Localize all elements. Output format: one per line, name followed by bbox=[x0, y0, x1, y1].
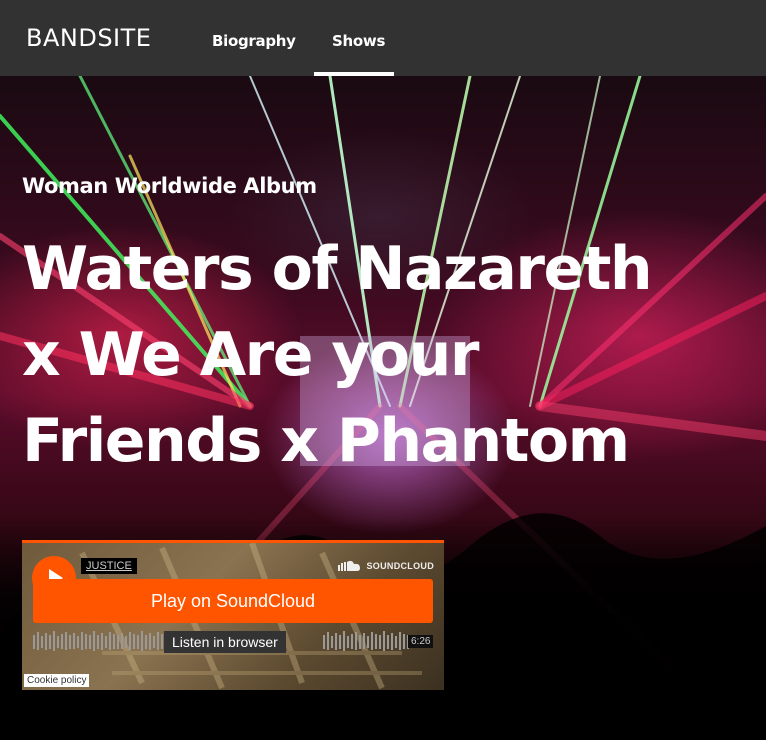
soundcloud-brand[interactable]: SOUNDCLOUD bbox=[367, 561, 435, 571]
soundcloud-logo-icon bbox=[338, 560, 360, 571]
cookie-policy-link[interactable]: Cookie policy bbox=[24, 674, 90, 687]
album-subtitle: Woman Worldwide Album bbox=[22, 174, 317, 198]
top-navigation: BANDSITE Biography Shows bbox=[0, 0, 766, 76]
nav-link-shows[interactable]: Shows bbox=[332, 32, 385, 50]
show-title-line: x We Are your bbox=[22, 320, 479, 390]
active-nav-indicator bbox=[314, 72, 394, 76]
show-title-line: Waters of Nazareth bbox=[22, 234, 653, 304]
site-logo[interactable]: BANDSITE bbox=[26, 24, 151, 52]
show-title-line: Friends x Phantom bbox=[22, 406, 630, 476]
soundcloud-widget: JUSTICE SOUNDCLOUD Play on SoundCloud Li… bbox=[22, 540, 444, 690]
show-title: Waters of Nazareth x We Are your Friends… bbox=[22, 226, 722, 484]
listen-in-browser-button[interactable]: Listen in browser bbox=[164, 631, 286, 653]
track-duration: 6:26 bbox=[408, 635, 434, 648]
artist-link[interactable]: JUSTICE bbox=[81, 558, 137, 574]
play-on-soundcloud-button[interactable]: Play on SoundCloud bbox=[33, 579, 433, 623]
nav-link-biography[interactable]: Biography bbox=[212, 32, 296, 50]
